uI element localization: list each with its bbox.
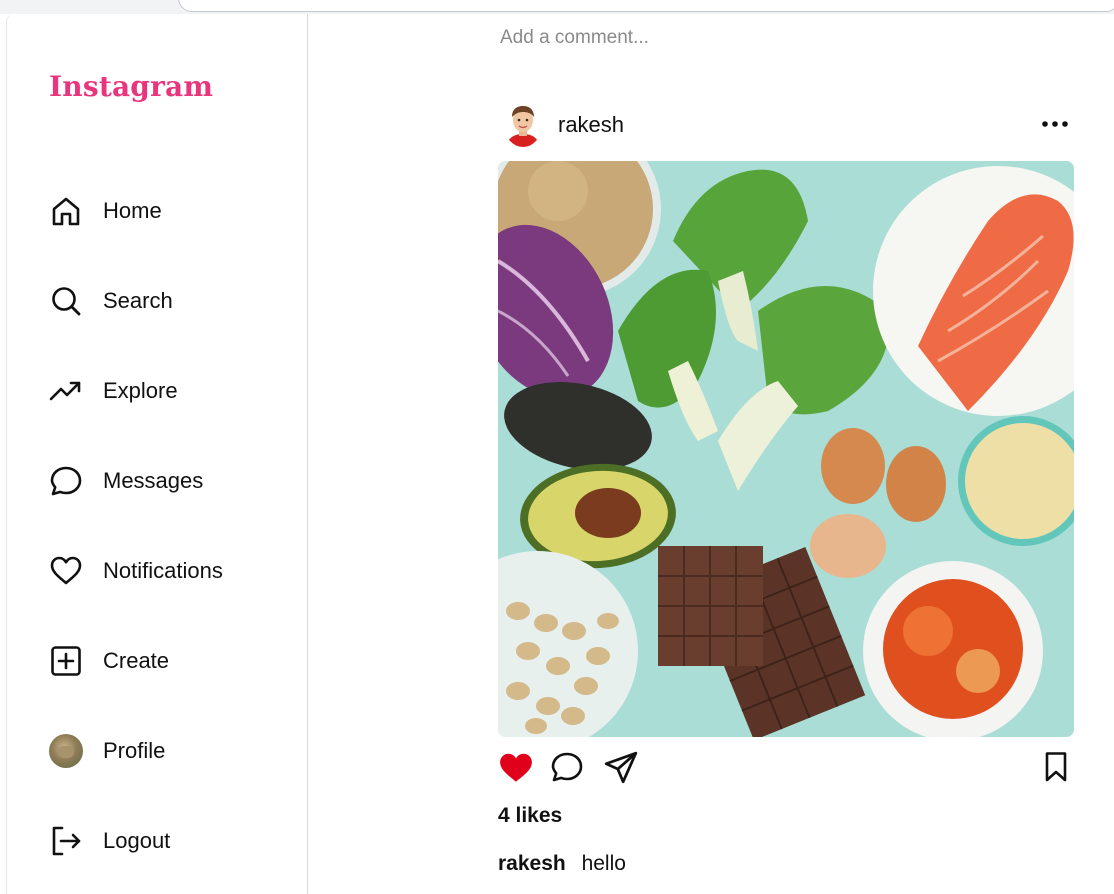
sidebar-item-home[interactable]: Home [49, 191, 162, 231]
sidebar-item-label: Logout [103, 828, 171, 853]
logout-icon [49, 824, 83, 858]
sidebar-item-logout[interactable]: Logout [49, 821, 170, 861]
sidebar-item-label: Notifications [103, 558, 223, 583]
sidebar-item-explore[interactable]: Explore [49, 371, 178, 411]
feed: rakesh [307, 14, 1114, 881]
caption-username[interactable]: rakesh [498, 852, 566, 875]
likes-count[interactable]: 4 likes [498, 804, 562, 828]
comment-input[interactable] [498, 26, 902, 50]
share-icon[interactable] [603, 750, 639, 786]
sidebar: Instagram Home Search Explore Messages N… [6, 14, 308, 894]
app-logo[interactable]: Instagram [49, 70, 213, 103]
home-icon [49, 194, 83, 228]
comment-icon[interactable] [550, 750, 586, 786]
like-button[interactable] [498, 750, 534, 786]
sidebar-item-label: Home [103, 198, 162, 223]
sidebar-item-profile[interactable]: Profile [49, 731, 165, 771]
sidebar-item-label: Create [103, 648, 170, 673]
post-actions [498, 750, 1075, 790]
post-caption: rakesh hello [498, 852, 626, 876]
browser-chrome [0, 0, 1114, 14]
plus-square-icon [49, 644, 83, 678]
sidebar-item-notifications[interactable]: Notifications [49, 551, 223, 591]
sidebar-item-label: Messages [103, 468, 204, 493]
sidebar-item-create[interactable]: Create [49, 641, 169, 681]
sidebar-item-label: Search [103, 288, 173, 313]
caption-text: hello [581, 852, 626, 875]
post-author-avatar[interactable] [504, 103, 542, 147]
sidebar-item-search[interactable]: Search [49, 281, 173, 321]
avatar [49, 734, 83, 768]
message-icon [49, 464, 83, 498]
sidebar-item-label: Profile [103, 738, 166, 763]
address-bar[interactable] [178, 0, 1114, 12]
post-header: rakesh [498, 100, 1075, 152]
more-options-icon[interactable] [1039, 114, 1071, 134]
sidebar-item-label: Explore [103, 378, 178, 403]
sidebar-item-messages[interactable]: Messages [49, 461, 203, 501]
profile-avatar-wrapper [49, 734, 83, 768]
trending-icon [49, 374, 83, 408]
bookmark-icon[interactable] [1039, 750, 1075, 786]
post-username[interactable]: rakesh [558, 112, 624, 138]
heart-icon [49, 554, 83, 588]
search-icon [49, 284, 83, 318]
post-image[interactable] [498, 161, 1074, 737]
